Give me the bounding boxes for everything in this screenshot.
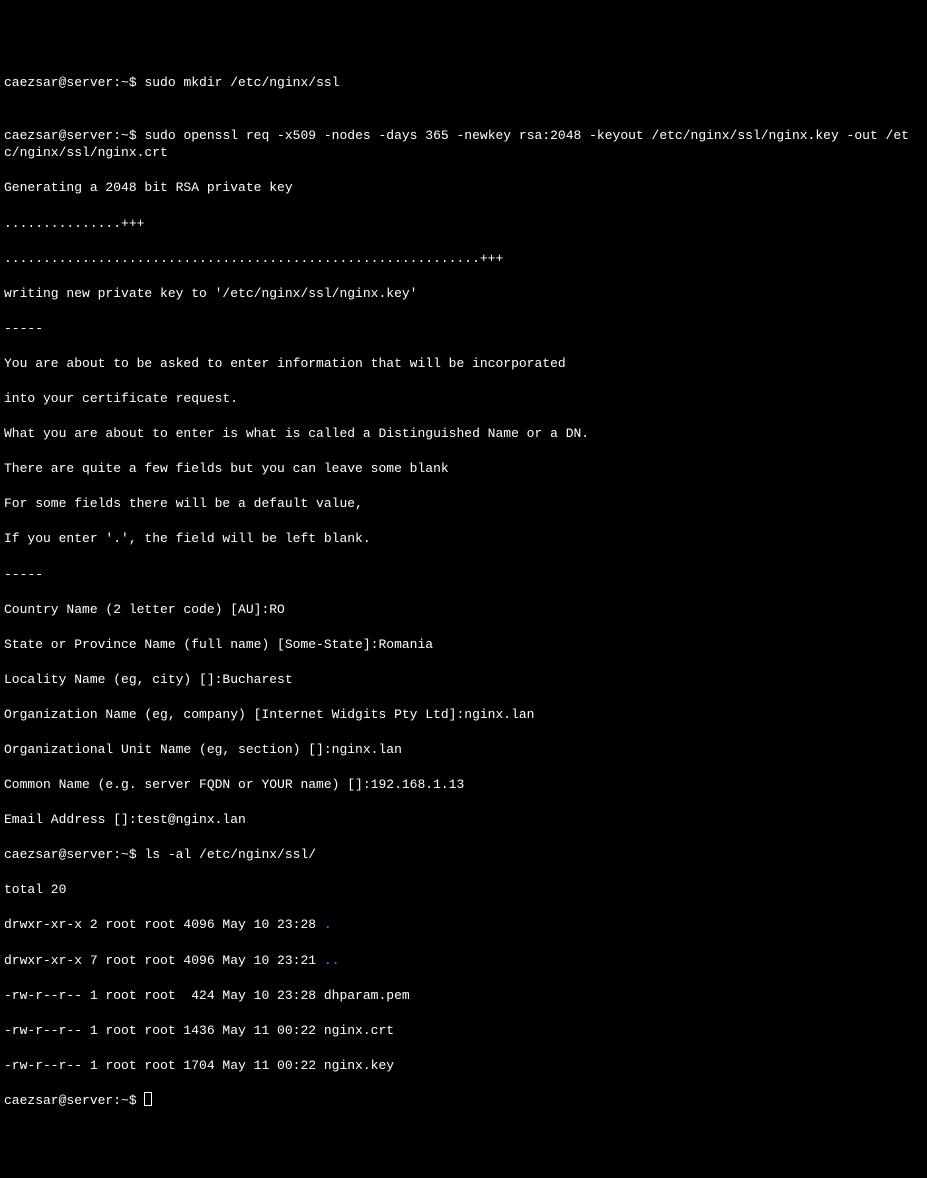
output-line: -rw-r--r-- 1 root root 1436 May 11 00:22… [4, 1022, 923, 1040]
output-line: If you enter '.', the field will be left… [4, 530, 923, 548]
output-line: You are about to be asked to enter infor… [4, 355, 923, 373]
output-line: Organizational Unit Name (eg, section) [… [4, 741, 923, 759]
output-line: Country Name (2 letter code) [AU]:RO [4, 601, 923, 619]
output-line: -rw-r--r-- 1 root root 424 May 10 23:28 … [4, 987, 923, 1005]
output-line: -rw-r--r-- 1 root root 1704 May 11 00:22… [4, 1057, 923, 1075]
ls-dirname: . [324, 917, 332, 932]
output-line: ...............+++ [4, 215, 923, 233]
output-line: What you are about to enter is what is c… [4, 425, 923, 443]
output-line: Generating a 2048 bit RSA private key [4, 179, 923, 197]
shell-prompt: caezsar@server:~$ [4, 1093, 144, 1108]
ls-perms: drwxr-xr-x 2 root root 4096 May 10 23:28 [4, 917, 324, 932]
output-line: There are quite a few fields but you can… [4, 460, 923, 478]
output-line: ........................................… [4, 250, 923, 268]
command-text: sudo mkdir /etc/nginx/ssl [144, 75, 339, 90]
output-line: Locality Name (eg, city) []:Bucharest [4, 671, 923, 689]
shell-prompt: caezsar@server:~$ [4, 847, 144, 862]
output-line: State or Province Name (full name) [Some… [4, 636, 923, 654]
output-line: writing new private key to '/etc/nginx/s… [4, 285, 923, 303]
output-line: into your certificate request. [4, 390, 923, 408]
output-line: ----- [4, 566, 923, 584]
output-line: Common Name (e.g. server FQDN or YOUR na… [4, 776, 923, 794]
shell-prompt: caezsar@server:~$ [4, 75, 144, 90]
output-line: ----- [4, 320, 923, 338]
shell-prompt: caezsar@server:~$ [4, 128, 144, 143]
output-line: total 20 [4, 881, 923, 899]
command-text: ls -al /etc/nginx/ssl/ [144, 847, 316, 862]
output-line: Organization Name (eg, company) [Interne… [4, 706, 923, 724]
output-line: Email Address []:test@nginx.lan [4, 811, 923, 829]
cursor [144, 1092, 152, 1106]
output-line: For some fields there will be a default … [4, 495, 923, 513]
ls-dirname: .. [324, 953, 340, 968]
ls-perms: drwxr-xr-x 7 root root 4096 May 10 23:21 [4, 953, 324, 968]
terminal-output[interactable]: caezsar@server:~$ sudo mkdir /etc/nginx/… [4, 74, 923, 1109]
